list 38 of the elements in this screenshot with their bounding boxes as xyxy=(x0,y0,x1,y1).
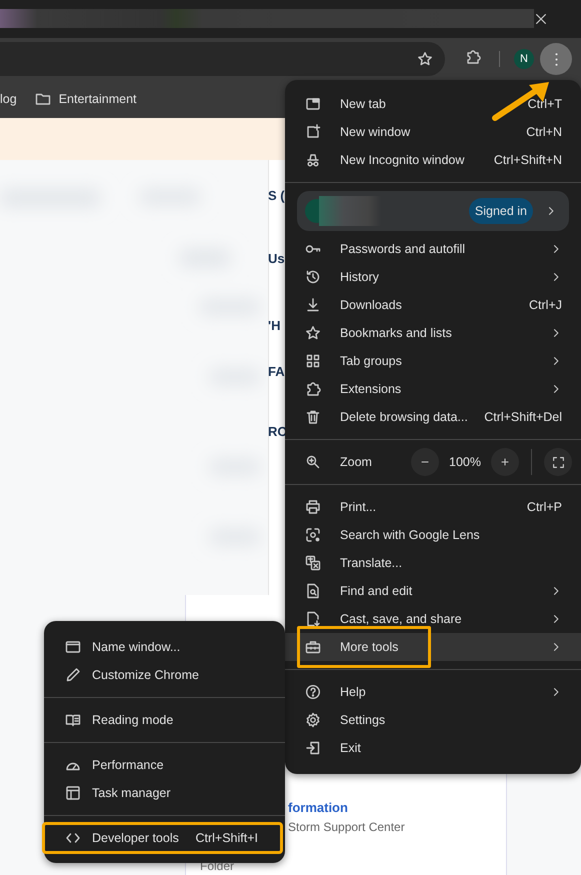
heading-text: S ( xyxy=(268,188,285,203)
menu-item[interactable]: Tab groups xyxy=(285,347,581,375)
menu-item[interactable]: Developer tools Ctrl+Shift+I xyxy=(44,824,281,852)
menu-item[interactable]: History xyxy=(285,263,581,291)
menu-item[interactable]: New Incognito window Ctrl+Shift+N xyxy=(285,146,581,174)
menu-item[interactable]: Task manager xyxy=(44,779,285,807)
zoom-level: 100% xyxy=(449,455,481,469)
menu-item[interactable]: Downloads Ctrl+J xyxy=(285,291,581,319)
menu-item[interactable]: New tab Ctrl+T xyxy=(285,90,581,118)
heading-text: 'H xyxy=(268,318,280,333)
menu-item[interactable]: Translate... xyxy=(285,549,581,577)
menu-item[interactable]: Find and edit xyxy=(285,577,581,605)
menu-item[interactable]: Name window... xyxy=(44,633,285,661)
profile-avatar[interactable]: N xyxy=(514,49,534,69)
menu-item[interactable]: Settings xyxy=(285,706,581,734)
menu-item[interactable]: Help xyxy=(285,678,581,706)
article-link[interactable]: formation xyxy=(288,800,348,815)
article-subtitle: Storm Support Center xyxy=(288,820,405,834)
menu-item[interactable]: Search with Google Lens xyxy=(285,521,581,549)
menu-item[interactable]: Passwords and autofill xyxy=(285,235,581,263)
bookmark-item[interactable]: log xyxy=(0,92,17,106)
profile-row[interactable]: Signed in xyxy=(297,191,569,231)
signed-in-badge: Signed in xyxy=(468,198,533,224)
menu-item[interactable]: Reading mode xyxy=(44,706,285,734)
menu-item[interactable]: Delete browsing data... Ctrl+Shift+Del xyxy=(285,403,581,431)
menu-item[interactable]: Exit xyxy=(285,734,581,762)
menu-item[interactable]: Cast, save, and share xyxy=(285,605,581,633)
heading-text: Us xyxy=(268,251,285,266)
menu-item[interactable]: Customize Chrome xyxy=(44,661,285,689)
menu-item[interactable]: Performance xyxy=(44,751,285,779)
zoom-label: Zoom xyxy=(340,455,372,469)
menu-item[interactable]: Bookmarks and lists xyxy=(285,319,581,347)
menu-item[interactable]: Extensions xyxy=(285,375,581,403)
heading-text: FA xyxy=(268,364,285,379)
menu-item[interactable]: More tools xyxy=(285,633,581,661)
menu-item[interactable]: Print... Ctrl+P xyxy=(285,493,581,521)
menu-item[interactable]: New window Ctrl+N xyxy=(285,118,581,146)
bookmark-folder[interactable]: Entertainment xyxy=(34,91,137,107)
